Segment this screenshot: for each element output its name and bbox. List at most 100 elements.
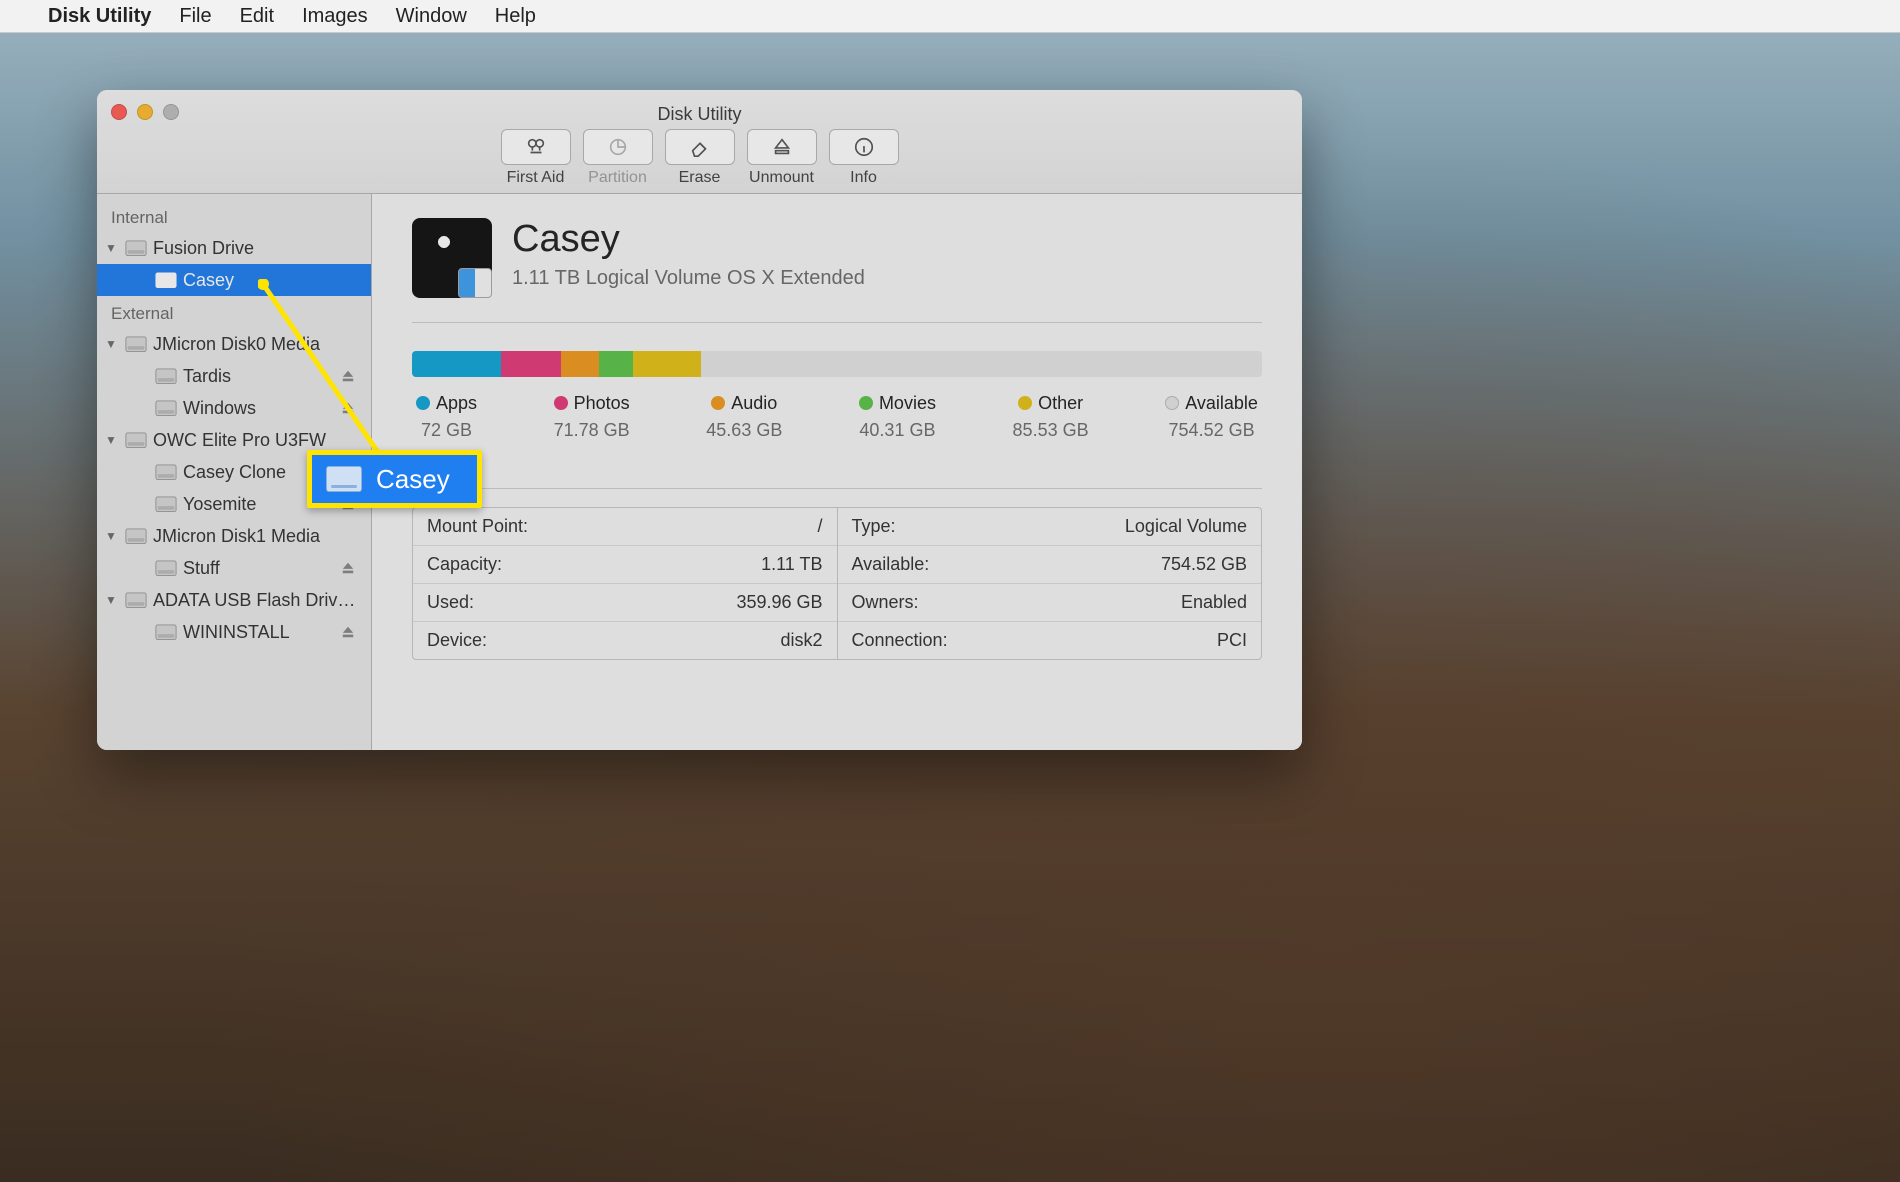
- info-key: Owners:: [852, 592, 919, 613]
- info-value: Enabled: [1181, 592, 1247, 613]
- sidebar-item[interactable]: Windows: [97, 392, 371, 424]
- info-value: PCI: [1217, 630, 1247, 651]
- legend-value: 72 GB: [416, 420, 477, 441]
- toolbar-first-aid[interactable]: First Aid: [501, 129, 571, 187]
- sidebar-item-label: JMicron Disk1 Media: [153, 526, 371, 547]
- legend-value: 45.63 GB: [706, 420, 782, 441]
- eject-icon[interactable]: [341, 401, 357, 415]
- legend-item: Available754.52 GB: [1165, 393, 1258, 441]
- usage-segment-audio: [561, 351, 599, 377]
- volume-icon: [326, 466, 362, 492]
- info-key: Device:: [427, 630, 487, 651]
- disk-icon: [125, 240, 147, 256]
- sidebar-item[interactable]: ▼JMicron Disk0 Media: [97, 328, 371, 360]
- toolbar-label: Partition: [588, 169, 647, 187]
- legend-dot-icon: [1018, 396, 1032, 410]
- sidebar-item-label: WININSTALL: [183, 622, 335, 643]
- volume-icon: [412, 218, 492, 298]
- info-row: Device:disk2: [413, 622, 837, 659]
- toolbar-erase[interactable]: Erase: [665, 129, 735, 187]
- sidebar-item[interactable]: Casey: [97, 264, 371, 296]
- legend-item: Other85.53 GB: [1013, 393, 1089, 441]
- macos-menubar: Disk Utility File Edit Images Window Hel…: [0, 0, 1900, 33]
- first-aid-icon: [501, 129, 571, 165]
- info-row: Available: 754.52 GB: [838, 546, 1262, 584]
- info-value: 1.11 TB: [761, 554, 822, 575]
- partition-icon: [583, 129, 653, 165]
- toolbar-label: Erase: [679, 169, 721, 187]
- toolbar-info[interactable]: Info: [829, 129, 899, 187]
- disclosure-triangle-icon[interactable]: ▼: [105, 529, 119, 543]
- disk-icon: [155, 496, 177, 512]
- usage-segment-photos: [501, 351, 561, 377]
- toolbar-unmount[interactable]: Unmount: [747, 129, 817, 187]
- disclosure-triangle-icon[interactable]: ▼: [105, 433, 119, 447]
- legend-dot-icon: [554, 396, 568, 410]
- info-row: Type:Logical Volume: [838, 508, 1262, 546]
- info-key: Connection:: [852, 630, 948, 651]
- window-title: Disk Utility: [97, 104, 1302, 125]
- usage-segment-available: [701, 351, 1262, 377]
- storage-usage-bar: [412, 351, 1262, 377]
- disk-icon: [125, 592, 147, 608]
- menu-file[interactable]: File: [179, 5, 211, 28]
- info-key: Available:: [852, 554, 930, 575]
- volume-name: Casey: [512, 218, 865, 261]
- eject-icon[interactable]: [341, 369, 357, 383]
- disk-icon: [155, 464, 177, 480]
- sidebar-section-header: External: [97, 296, 371, 328]
- sidebar-item[interactable]: Tardis: [97, 360, 371, 392]
- sidebar-item-label: Fusion Drive: [153, 238, 371, 259]
- legend-item: Photos71.78 GB: [554, 393, 630, 441]
- usage-segment-movies: [599, 351, 633, 377]
- menu-window[interactable]: Window: [396, 5, 467, 28]
- info-row: Used:359.96 GB: [413, 584, 837, 622]
- disk-icon: [155, 624, 177, 640]
- eject-icon[interactable]: [341, 561, 357, 575]
- info-row: Mount Point:/: [413, 508, 837, 546]
- main-pane: Casey 1.11 TB Logical Volume OS X Extend…: [372, 194, 1302, 750]
- sidebar-item-label: ADATA USB Flash Driv…: [153, 590, 371, 611]
- sidebar-item[interactable]: WININSTALL: [97, 616, 371, 648]
- menu-edit[interactable]: Edit: [240, 5, 274, 28]
- window-titlebar[interactable]: Disk Utility First Aid Partition Erase Unmo…: [97, 90, 1302, 194]
- disclosure-triangle-icon[interactable]: ▼: [105, 241, 119, 255]
- toolbar-label: First Aid: [507, 169, 565, 187]
- disclosure-triangle-icon[interactable]: ▼: [105, 337, 119, 351]
- eject-icon[interactable]: [341, 625, 357, 639]
- menu-images[interactable]: Images: [302, 5, 368, 28]
- volume-subtitle: 1.11 TB Logical Volume OS X Extended: [512, 267, 865, 290]
- usage-segment-other: [633, 351, 701, 377]
- menu-help[interactable]: Help: [495, 5, 536, 28]
- disclosure-triangle-icon[interactable]: ▼: [105, 593, 119, 607]
- volume-info-table: Mount Point:/ Capacity: 1.11 TB Used:359.96…: [412, 507, 1262, 660]
- sidebar-item[interactable]: ▼ Fusion Drive: [97, 232, 371, 264]
- info-row: Connection: PCI: [838, 622, 1262, 659]
- info-key: Capacity:: [427, 554, 502, 575]
- info-key: Mount Point:: [427, 516, 528, 537]
- disk-icon: [125, 336, 147, 352]
- legend-item: Movies40.31 GB: [859, 393, 936, 441]
- legend-dot-icon: [1165, 396, 1179, 410]
- info-value: 359.96 GB: [736, 592, 822, 613]
- legend-value: 71.78 GB: [554, 420, 630, 441]
- menubar-app-name[interactable]: Disk Utility: [48, 5, 151, 28]
- annotation-label: Casey: [376, 464, 450, 495]
- sidebar-item[interactable]: Stuff: [97, 552, 371, 584]
- sidebar-item[interactable]: ▼ JMicron Disk1 Media: [97, 520, 371, 552]
- info-key: Type:: [852, 516, 896, 537]
- volume-header: Casey 1.11 TB Logical Volume OS X Extend…: [412, 218, 1262, 323]
- unmount-icon: [747, 129, 817, 165]
- legend-value: 85.53 GB: [1013, 420, 1089, 441]
- disk-utility-window: Disk Utility First Aid Partition Erase Unmo…: [97, 90, 1302, 750]
- annotation-callout: Casey: [307, 450, 482, 508]
- disk-icon: [155, 560, 177, 576]
- disk-icon: [125, 528, 147, 544]
- sidebar-item[interactable]: ▼ ADATA USB Flash Driv…: [97, 584, 371, 616]
- usage-segment-apps: [412, 351, 501, 377]
- sidebar-item-label: Casey: [183, 270, 371, 291]
- info-row: Capacity: 1.11 TB: [413, 546, 837, 584]
- legend-dot-icon: [416, 396, 430, 410]
- sidebar-item-label: Tardis: [183, 366, 335, 387]
- info-value: 754.52 GB: [1161, 554, 1247, 575]
